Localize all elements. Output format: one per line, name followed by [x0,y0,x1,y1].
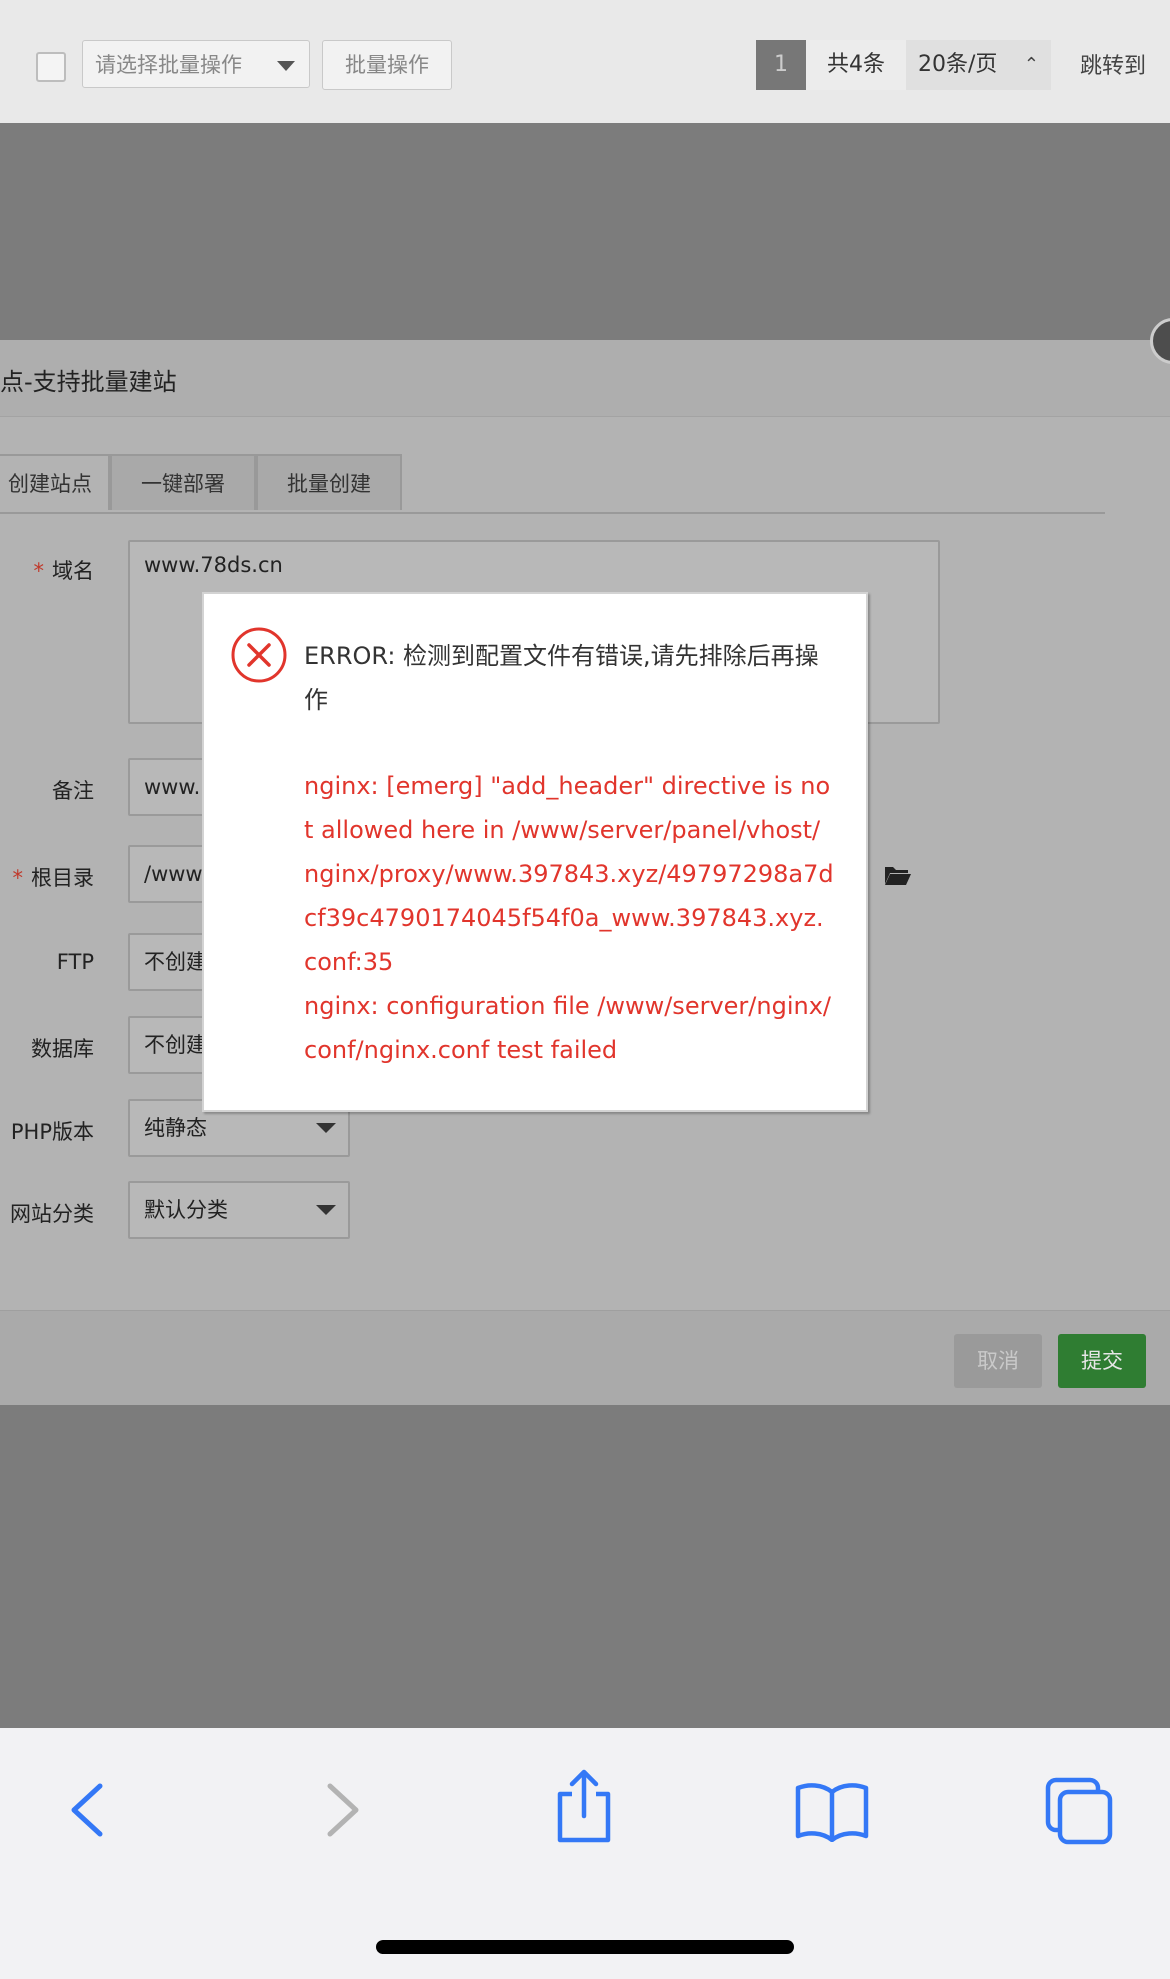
list-toolbar: 请选择批量操作 批量操作 1 共4条 20条/页 ⌃ 跳转到 [0,0,1170,123]
batch-operation-button[interactable]: 批量操作 [322,40,452,90]
database-value: 不创建 [144,1033,207,1057]
tabs-icon[interactable] [1044,1776,1114,1846]
database-label: 数据库 [31,1037,94,1061]
chevron-down-icon [277,61,295,71]
site-category-label: 网站分类 [10,1202,94,1226]
tab-one-click-deploy[interactable]: 一键部署 [110,454,256,510]
root-dir-label: * 根目录 [12,866,95,890]
total-count: 共4条 [806,40,906,90]
error-detail: nginx: [emerg] "add_header" directive is… [304,764,834,1072]
home-indicator [376,1940,794,1954]
site-category-select[interactable]: 默认分类 [128,1181,350,1239]
page-current[interactable]: 1 [756,40,806,90]
note-value: www. [144,775,201,799]
updown-icon: ⌃ [1023,54,1039,75]
batch-operation-select[interactable]: 请选择批量操作 [82,40,310,88]
select-all-checkbox[interactable] [36,52,66,82]
cancel-button[interactable]: 取消 [954,1334,1042,1388]
chevron-down-icon [316,1205,336,1215]
ftp-label: FTP [56,950,94,974]
root-dir-value: /www [144,862,203,886]
php-version-label: PHP版本 [10,1120,94,1144]
forward-icon[interactable] [316,1780,368,1840]
submit-button[interactable]: 提交 [1058,1334,1146,1388]
error-detail-line-1: nginx: [emerg] "add_header" directive is… [304,772,834,976]
batch-select-placeholder: 请选择批量操作 [95,53,242,77]
chevron-down-icon [316,1123,336,1133]
site-category-value: 默认分类 [144,1198,228,1222]
dialog-title: 点-支持批量建站 [0,368,177,396]
dialog-header: 点-支持批量建站 [0,340,1170,417]
note-label: 备注 [52,779,94,803]
back-icon[interactable] [62,1780,114,1840]
per-page-value: 20条/页 [918,52,998,77]
tab-create-site[interactable]: 创建站点 [0,454,110,510]
dialog-tabs: 创建站点 一键部署 批量创建 [0,454,1105,514]
pagination: 1 共4条 20条/页 ⌃ [756,40,1051,90]
folder-open-icon[interactable] [884,864,912,886]
bookmarks-icon[interactable] [794,1780,870,1842]
error-message: ERROR: 检测到配置文件有错误,请先排除后再操作 [304,642,819,714]
error-x-icon [231,627,287,683]
per-page-select[interactable]: 20条/页 ⌃ [906,40,1051,90]
domain-label: * 域名 [33,559,95,583]
ftp-value: 不创建 [144,950,207,974]
share-icon[interactable] [552,1768,616,1844]
php-version-value: 纯静态 [144,1116,207,1140]
error-modal: ERROR: 检测到配置文件有错误,请先排除后再操作 nginx: [emerg… [202,592,868,1112]
jump-to-label: 跳转到 [1080,54,1147,79]
domain-value: www.78ds.cn [144,553,283,577]
error-detail-line-2: nginx: configuration file /www/server/ng… [304,992,831,1064]
tab-batch-create[interactable]: 批量创建 [256,454,402,510]
